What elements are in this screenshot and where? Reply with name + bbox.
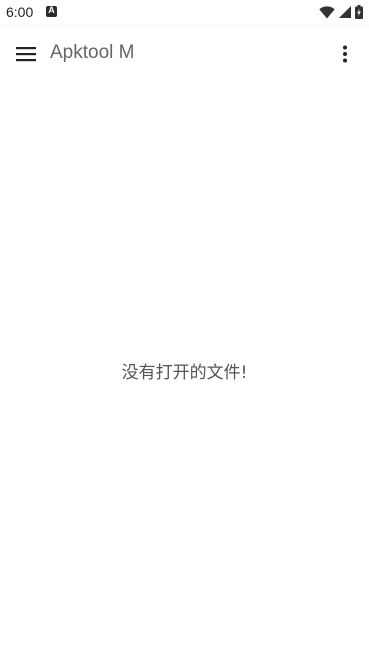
overflow-menu-button[interactable] <box>327 36 363 72</box>
app-title: Apktool M <box>50 42 135 63</box>
status-icons <box>319 5 363 19</box>
more-vertical-icon <box>343 45 347 63</box>
menu-button[interactable] <box>8 36 44 72</box>
app-bar: Apktool M <box>0 26 369 82</box>
app-notification-icon <box>46 5 57 17</box>
status-time: 6:00 <box>6 4 34 20</box>
battery-charging-icon <box>355 5 363 19</box>
wifi-icon <box>319 5 335 18</box>
status-bar: 6:00 <box>0 0 369 26</box>
hamburger-menu-icon <box>16 47 36 62</box>
cell-signal-icon <box>339 6 351 18</box>
empty-state-message: 没有打开的文件! <box>121 363 248 383</box>
main-content: 没有打开的文件! <box>0 82 369 656</box>
